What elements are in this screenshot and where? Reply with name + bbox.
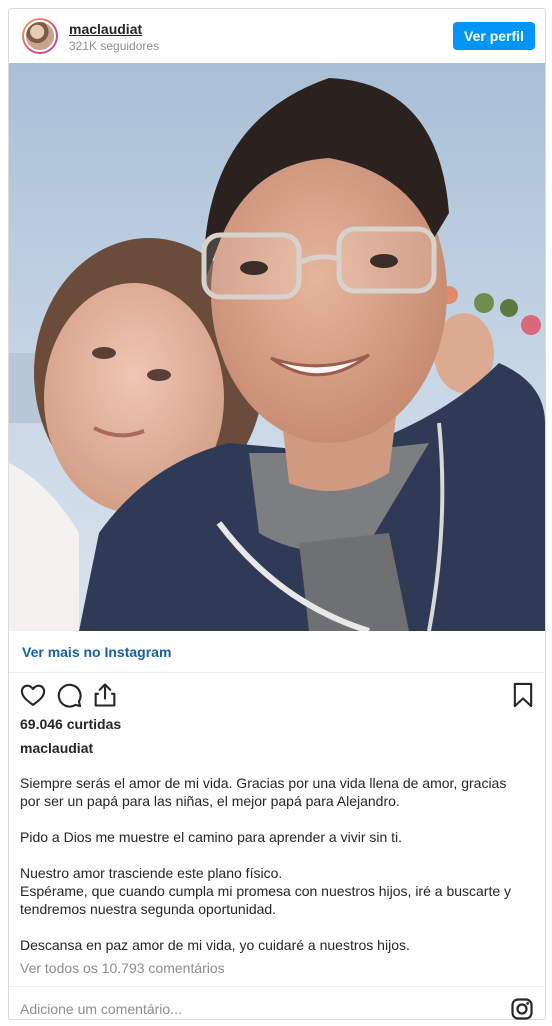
view-profile-button[interactable]: Ver perfil	[453, 22, 535, 50]
bookmark-icon[interactable]	[509, 681, 537, 709]
caption-paragraph: Espérame, que cuando cumpla mi promesa c…	[20, 883, 512, 917]
post-photo-image	[9, 63, 545, 631]
comment-icon[interactable]	[55, 681, 83, 709]
caption-username[interactable]: maclaudiat	[20, 740, 93, 756]
post-caption: Siempre serás el amor de mi vida. Gracia…	[20, 774, 530, 954]
avatar[interactable]	[22, 18, 58, 54]
caption-paragraph: Pido a Dios me muestre el camino para ap…	[20, 829, 403, 845]
divider	[9, 672, 545, 673]
share-icon[interactable]	[91, 681, 119, 709]
heart-icon[interactable]	[19, 681, 47, 709]
caption-paragraph: Descansa en paz amor de mi vida, yo cuid…	[20, 937, 410, 953]
avatar-image	[24, 20, 56, 52]
post-header: maclaudiat 321K seguidores Ver perfil	[9, 9, 545, 64]
instagram-embed-card: maclaudiat 321K seguidores Ver perfil Ve…	[8, 8, 546, 1020]
post-photo[interactable]	[9, 63, 545, 631]
view-all-comments-link[interactable]: Ver todos os 10.793 comentários	[20, 960, 225, 976]
follower-count: 321K seguidores	[69, 39, 160, 53]
caption-paragraph: Nuestro amor trasciende este plano físic…	[20, 865, 283, 881]
caption-paragraph: Siempre serás el amor de mi vida. Gracia…	[20, 775, 507, 809]
divider	[9, 986, 545, 987]
action-bar	[19, 681, 539, 711]
add-comment-input[interactable]: Adicione um comentário...	[20, 1001, 182, 1017]
instagram-icon[interactable]	[510, 997, 534, 1021]
like-count[interactable]: 69.046 curtidas	[20, 716, 121, 732]
see-more-on-instagram-link[interactable]: Ver mais no Instagram	[22, 644, 171, 660]
username[interactable]: maclaudiat	[69, 21, 142, 37]
